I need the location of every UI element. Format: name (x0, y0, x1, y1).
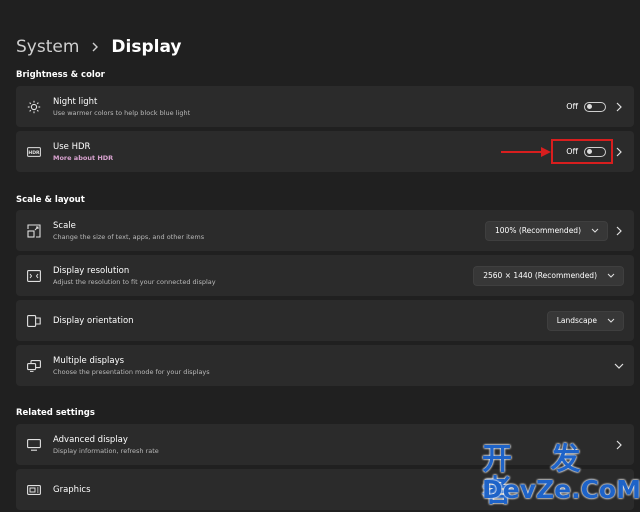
display-resolution-value: 2560 × 1440 (Recommended) (483, 271, 597, 280)
svg-text:HDR: HDR (28, 150, 40, 156)
more-about-hdr-link[interactable]: More about HDR (53, 154, 113, 162)
resolution-icon (26, 268, 42, 284)
scale-subtitle: Change the size of text, apps, and other… (53, 232, 205, 241)
chevron-right-icon[interactable] (614, 102, 624, 112)
display-resolution-subtitle: Adjust the resolution to fit your connec… (53, 277, 216, 286)
hdr-title: Use HDR (53, 141, 91, 152)
chevron-down-icon (607, 318, 615, 324)
multiple-displays-card[interactable]: Multiple displays Choose the presentatio… (16, 345, 634, 386)
chevron-right-icon[interactable] (614, 226, 624, 236)
multiple-displays-subtitle: Choose the presentation mode for your di… (53, 367, 210, 376)
graphics-icon (26, 482, 42, 498)
watermark-devze-text: DevZe.CoM (482, 475, 640, 504)
advanced-display-subtitle: Display information, refresh rate (53, 446, 159, 455)
watermark: 开 发 者 DevZe.CoM (482, 444, 640, 508)
chevron-right-icon[interactable] (614, 147, 624, 157)
orientation-icon (26, 313, 42, 329)
display-orientation-value: Landscape (556, 316, 597, 325)
graphics-title: Graphics (53, 484, 91, 495)
night-light-card[interactable]: Night light Use warmer colors to help bl… (16, 86, 634, 127)
sun-icon (26, 99, 42, 115)
advanced-display-title: Advanced display (53, 434, 128, 445)
section-title-brightness: Brightness & color (16, 70, 105, 80)
scale-value: 100% (Recommended) (495, 226, 581, 235)
night-light-state: Off (566, 102, 578, 111)
annotation-highlight-box (551, 139, 613, 164)
multiple-displays-title: Multiple displays (53, 355, 125, 366)
breadcrumb: System Display (16, 35, 182, 59)
scale-dropdown[interactable]: 100% (Recommended) (485, 220, 608, 241)
chevron-right-icon (91, 42, 99, 52)
section-title-scale-layout: Scale & layout (16, 195, 85, 205)
night-light-title: Night light (53, 96, 98, 107)
scale-title: Scale (53, 220, 76, 231)
breadcrumb-system-link[interactable]: System (16, 37, 79, 57)
chevron-down-icon (607, 273, 615, 279)
display-resolution-dropdown[interactable]: 2560 × 1440 (Recommended) (473, 265, 624, 286)
monitor-icon (26, 437, 42, 453)
annotation-arrow (501, 147, 551, 157)
display-orientation-dropdown[interactable]: Landscape (546, 310, 624, 331)
display-orientation-title: Display orientation (53, 315, 134, 326)
page-title: Display (111, 37, 182, 57)
night-light-subtitle: Use warmer colors to help block blue lig… (53, 108, 191, 117)
section-title-related-settings: Related settings (16, 408, 95, 418)
display-resolution-title: Display resolution (53, 265, 130, 276)
display-resolution-card[interactable]: Display resolution Adjust the resolution… (16, 255, 634, 296)
scale-icon (26, 223, 42, 239)
night-light-toggle[interactable] (584, 101, 606, 112)
chevron-down-icon[interactable] (614, 361, 624, 371)
chevron-down-icon (591, 228, 599, 234)
display-orientation-card[interactable]: Display orientation Landscape (16, 300, 634, 341)
scale-card[interactable]: Scale Change the size of text, apps, and… (16, 210, 634, 251)
hdr-icon: HDR (26, 144, 42, 160)
multiple-displays-icon (26, 358, 42, 374)
